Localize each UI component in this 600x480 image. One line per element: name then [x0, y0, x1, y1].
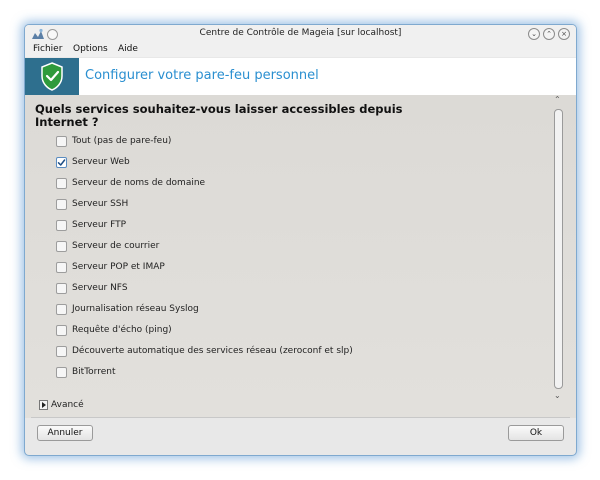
menu-options[interactable]: Options: [73, 44, 108, 54]
service-option[interactable]: Découverte automatique des services rése…: [56, 345, 353, 357]
service-option[interactable]: Serveur Web: [56, 156, 130, 168]
service-option[interactable]: Serveur de courrier: [56, 240, 159, 252]
service-option-label: Serveur de courrier: [72, 241, 160, 251]
service-option[interactable]: BitTorrent: [56, 366, 116, 378]
expand-arrow-icon: [39, 400, 48, 410]
scroll-down-icon[interactable]: ⌄: [554, 391, 561, 400]
scroll-up-icon[interactable]: ⌃: [554, 95, 561, 104]
checkbox[interactable]: [56, 261, 67, 273]
service-option-label: Serveur POP et IMAP: [72, 262, 165, 272]
checkbox[interactable]: [56, 303, 67, 315]
scroll-thumb[interactable]: [554, 109, 563, 389]
checkbox[interactable]: [56, 135, 67, 147]
checkbox[interactable]: [56, 324, 67, 336]
window-title: Centre de Contrôle de Mageia [sur localh…: [199, 28, 402, 38]
shield-check-icon: [41, 62, 63, 91]
services-panel: Quels services souhaitez-vous laisser ac…: [25, 95, 576, 418]
checkbox[interactable]: [56, 198, 67, 210]
service-option[interactable]: Serveur SSH: [56, 198, 128, 210]
menu-aide[interactable]: Aide: [118, 44, 138, 54]
main-window: Centre de Contrôle de Mageia [sur localh…: [24, 24, 577, 456]
close-button[interactable]: ×: [558, 28, 570, 40]
checkbox[interactable]: [56, 345, 67, 357]
service-option-label: BitTorrent: [72, 367, 116, 377]
service-option-label: Serveur de noms de domaine: [72, 178, 206, 188]
cancel-button[interactable]: Annuler: [37, 425, 93, 441]
service-option-label: Serveur SSH: [72, 199, 129, 209]
checkmark-icon: [57, 158, 66, 166]
advanced-expander[interactable]: Avancé: [39, 400, 84, 410]
services-question: Quels services souhaitez-vous laisser ac…: [35, 102, 403, 129]
advanced-label: Avancé: [51, 400, 84, 410]
divider: [31, 417, 570, 418]
service-option-label: Serveur FTP: [72, 220, 127, 230]
service-option[interactable]: Serveur FTP: [56, 219, 126, 231]
page-title: Configurer votre pare-feu personnel: [85, 68, 319, 83]
menu-bar: Fichier Options Aide: [25, 43, 576, 57]
service-option-label: Découverte automatique des services rése…: [72, 346, 353, 356]
service-option[interactable]: Journalisation réseau Syslog: [56, 303, 199, 315]
checkbox[interactable]: [56, 219, 67, 231]
banner-icon-area: [25, 58, 79, 95]
service-option[interactable]: Requête d'écho (ping): [56, 324, 172, 336]
checkbox-checked[interactable]: [56, 156, 67, 168]
minimize-button[interactable]: ⌄: [528, 28, 540, 40]
service-option[interactable]: Tout (pas de pare-feu): [56, 135, 171, 147]
checkbox[interactable]: [56, 177, 67, 189]
service-option-label: Requête d'écho (ping): [72, 325, 172, 335]
header-banner: Configurer votre pare-feu personnel: [25, 58, 576, 95]
service-option-label: Journalisation réseau Syslog: [72, 304, 199, 314]
checkbox[interactable]: [56, 366, 67, 378]
title-bar[interactable]: Centre de Contrôle de Mageia [sur localh…: [25, 25, 576, 43]
service-option[interactable]: Serveur NFS: [56, 282, 128, 294]
service-option-label: Serveur NFS: [72, 283, 128, 293]
service-option[interactable]: Serveur POP et IMAP: [56, 261, 165, 273]
checkbox[interactable]: [56, 240, 67, 252]
service-option-label: Tout (pas de pare-feu): [72, 136, 172, 146]
service-option[interactable]: Serveur de noms de domaine: [56, 177, 205, 189]
maximize-button[interactable]: ⌃: [543, 28, 555, 40]
checkbox[interactable]: [56, 282, 67, 294]
menu-fichier[interactable]: Fichier: [33, 44, 62, 54]
service-option-label: Serveur Web: [72, 157, 130, 167]
scrollbar[interactable]: ⌃ ⌄: [553, 95, 565, 405]
ok-button[interactable]: Ok: [508, 425, 564, 441]
